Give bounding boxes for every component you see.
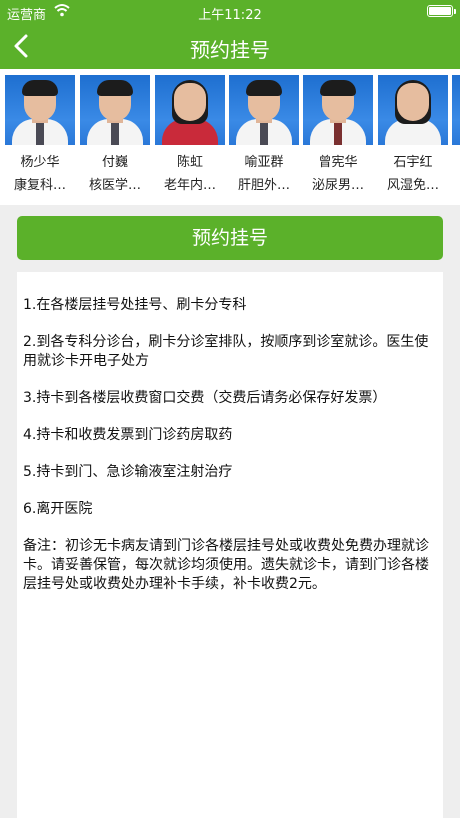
book-appointment-button[interactable]: 预约挂号 — [17, 216, 443, 260]
doctor-card[interactable]: 陈虹 老年内… — [155, 75, 225, 193]
doctor-name: 陈虹 — [176, 155, 203, 170]
doctor-name: 石宇红 — [393, 155, 433, 170]
doctor-card[interactable] — [452, 75, 460, 145]
doctor-dept: 老年内… — [163, 178, 216, 193]
notice-panel: 1.在各楼层挂号处挂号、刷卡分专科 2.到各专科分诊台，刷卡分诊室排队，按顺序到… — [17, 272, 443, 818]
doctor-dept: 肝胆外… — [237, 178, 290, 193]
doctor-dept: 风湿免… — [386, 178, 439, 193]
doctor-card[interactable]: 杨少华 康复科… — [5, 75, 75, 193]
doctor-card[interactable]: 喻亚群 肝胆外… — [229, 75, 299, 193]
doctor-photo — [303, 75, 373, 145]
doctor-photo — [378, 75, 448, 145]
doctor-card[interactable]: 曾宪华 泌尿男… — [303, 75, 373, 193]
header: 运营商 上午11:22 预约挂号 — [0, 0, 460, 69]
nav-bar: 预约挂号 — [0, 24, 460, 69]
status-time: 上午11:22 — [198, 8, 262, 23]
doctor-photo — [155, 75, 225, 145]
doctor-name: 曾宪华 — [318, 155, 358, 170]
notice-remark: 备注：初诊无卡病友请到门诊各楼层挂号处或收费处免费办理就诊卡。请妥善保管，每次就… — [23, 538, 429, 592]
status-bar: 运营商 上午11:22 — [0, 0, 460, 24]
doctor-name: 付巍 — [101, 155, 128, 170]
doctor-list[interactable]: 杨少华 康复科… 付巍 核医学… 陈虹 老年内… 喻亚群 肝胆外… 曾宪华 泌尿… — [0, 69, 460, 205]
page-title: 预约挂号 — [190, 38, 270, 62]
doctor-dept: 泌尿男… — [311, 178, 364, 193]
doctor-photo — [229, 75, 299, 145]
doctor-name: 杨少华 — [20, 155, 60, 170]
battery-icon — [427, 5, 456, 17]
doctor-photo — [5, 75, 75, 145]
notice-item: 3.持卡到各楼层收费窗口交费（交费后请务必保存好发票） — [23, 390, 387, 406]
notice-item: 2.到各专科分诊台，刷卡分诊室排队，按顺序到诊室就诊。医生使用就诊卡开电子处方 — [23, 334, 429, 369]
doctor-dept: 核医学… — [88, 178, 141, 193]
doctor-card[interactable]: 石宇红 风湿免… — [378, 75, 448, 193]
notice-item: 5.持卡到门、急诊输液室注射治疗 — [23, 464, 233, 480]
doctor-card[interactable]: 付巍 核医学… — [80, 75, 150, 193]
doctor-name: 喻亚群 — [244, 155, 284, 170]
doctor-photo — [80, 75, 150, 145]
notice-item: 6.离开医院 — [23, 501, 93, 517]
notice-item: 1.在各楼层挂号处挂号、刷卡分专科 — [23, 297, 247, 313]
notice-item: 4.持卡和收费发票到门诊药房取药 — [23, 427, 233, 443]
doctor-dept: 康复科… — [13, 178, 66, 193]
doctor-photo — [452, 75, 460, 145]
